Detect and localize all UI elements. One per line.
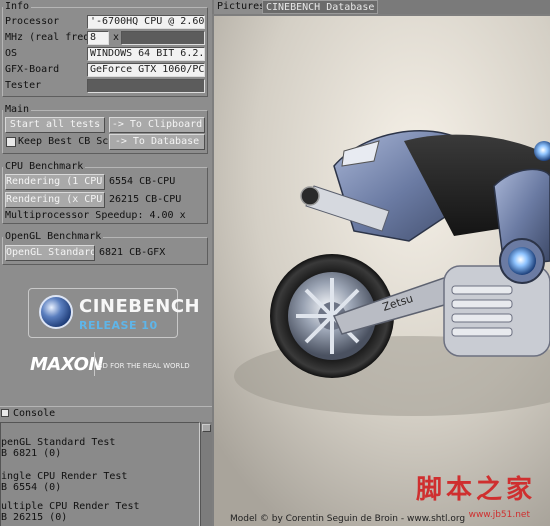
maxon-logo: MAXON [30, 354, 103, 375]
opengl-benchmark-group: OpenGL Benchmark OpenGL Standard 6821 CB… [2, 231, 208, 265]
console-header: Console [0, 406, 212, 420]
console-title: Console [13, 408, 56, 419]
tab-pictures[interactable]: Pictures [214, 0, 270, 14]
cinebench-title: CINEBENCH [79, 296, 201, 317]
main-group: Main Start all tests -> To Clipboard Kee… [2, 104, 208, 154]
os-label: OS [5, 48, 18, 59]
console-panel: Console OpenGL Standard Test CB 6821 (0)… [0, 406, 212, 526]
cpu-benchmark-title: CPU Benchmark [3, 161, 86, 173]
cinebench-sphere-icon [39, 295, 73, 329]
rendering-xcpu-button[interactable]: Rendering (x CPU) [5, 192, 105, 208]
info-group: Info Processor '-6700HQ CPU @ 2.60GHz MH… [2, 1, 208, 97]
opengl-score: 6821 CB-GFX [99, 247, 166, 258]
gfx-board-field[interactable]: GeForce GTX 1060/PCIe/ [87, 63, 205, 77]
mhz-multiplier-field[interactable] [121, 31, 205, 45]
to-database-button[interactable]: -> To Database [109, 134, 205, 150]
logo-area: CINEBENCH RELEASE 10 MAXON 3D FOR THE RE… [0, 266, 212, 406]
keep-best-checkbox[interactable] [6, 137, 16, 147]
tester-label: Tester [5, 80, 42, 91]
console-line: Multiple CPU Render Test [0, 501, 140, 512]
right-panel: Pictures CINEBENCH Database Zetsu 脚本之家 w… [212, 0, 550, 526]
left-panel: Info Processor '-6700HQ CPU @ 2.60GHz MH… [0, 0, 212, 526]
console-toggle-checkbox[interactable] [1, 409, 9, 417]
console-line: Single CPU Render Test [0, 471, 128, 482]
score-1cpu: 6554 CB-CPU [109, 176, 176, 187]
render-preview: Zetsu 脚本之家 www.jb51.net Model © by Coren… [214, 16, 550, 526]
score-xcpu: 26215 CB-CPU [109, 194, 182, 205]
maxon-divider [94, 352, 95, 376]
tester-field[interactable] [87, 79, 205, 93]
console-line: CB 26215 (0) [0, 512, 68, 523]
maxon-tagline: 3D FOR THE REAL WORLD [98, 362, 190, 370]
console-line: CB 6821 (0) [0, 448, 62, 459]
console-line: OpenGL Standard Test [0, 437, 116, 448]
processor-label: Processor [5, 16, 60, 27]
cinebench-release: RELEASE 10 [79, 319, 158, 332]
to-clipboard-button[interactable]: -> To Clipboard [109, 117, 205, 133]
gfx-board-label: GFX-Board [5, 64, 60, 75]
watermark-text: 脚本之家 [415, 475, 536, 505]
multiprocessor-speedup: Multiprocessor Speedup: 4.00 x [5, 210, 186, 221]
main-title: Main [3, 104, 32, 116]
mhz-field[interactable]: 8 [87, 31, 109, 45]
console-output[interactable]: OpenGL Standard Test CB 6821 (0) Single … [0, 422, 200, 526]
cinebench-logo: CINEBENCH RELEASE 10 [28, 288, 200, 338]
render-caption: Model © by Corentin Seguin de Broin - ww… [230, 514, 466, 524]
info-title: Info [3, 1, 32, 13]
tab-cinebench-database[interactable]: CINEBENCH Database [262, 0, 379, 14]
opengl-benchmark-title: OpenGL Benchmark [3, 231, 104, 243]
processor-field[interactable]: '-6700HQ CPU @ 2.60GHz [87, 15, 205, 29]
os-field[interactable]: WINDOWS 64 BIT 6.2.920 [87, 47, 205, 61]
rendering-1cpu-button[interactable]: Rendering (1 CPU) [5, 174, 105, 190]
motorcycle-render-image: Zetsu [214, 16, 550, 526]
watermark-url: www.jb51.net [468, 510, 530, 520]
mhz-x-label: x [113, 32, 120, 43]
tab-bar: Pictures CINEBENCH Database [212, 0, 550, 14]
cpu-benchmark-group: CPU Benchmark Rendering (1 CPU) 6554 CB-… [2, 161, 208, 224]
console-scrollbar[interactable] [200, 422, 212, 526]
start-all-tests-button[interactable]: Start all tests [5, 117, 105, 133]
opengl-standard-button[interactable]: OpenGL Standard [5, 245, 95, 261]
console-scroll-thumb[interactable] [202, 424, 211, 432]
console-line: CB 6554 (0) [0, 482, 62, 493]
